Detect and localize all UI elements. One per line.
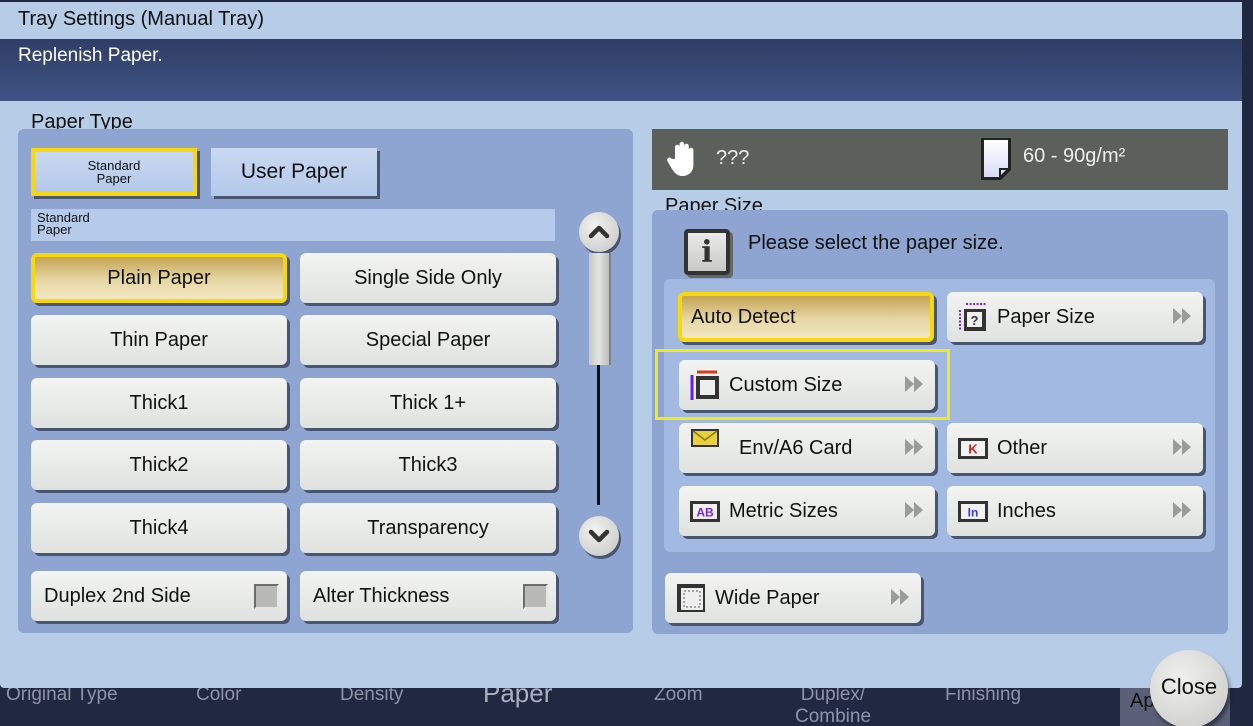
paper-type-plain-paper[interactable]: Plain Paper xyxy=(31,253,287,303)
paper-type-label: Thin Paper xyxy=(110,328,208,351)
close-button-label: Close xyxy=(1160,674,1218,699)
screen-edge xyxy=(1242,0,1253,726)
paper-sheet-icon xyxy=(981,138,1011,180)
scrollbar-thumb[interactable] xyxy=(589,253,609,365)
screen: Original Type Color Density Paper Zoom D… xyxy=(0,0,1253,726)
duplex-2nd-side-label: Duplex 2nd Side xyxy=(44,584,191,607)
paper-type-label: Thick 1+ xyxy=(389,391,467,414)
scrollbar-track[interactable] xyxy=(597,365,600,505)
duplex-2nd-side-checkbox[interactable] xyxy=(254,584,279,609)
other-size-icon: K xyxy=(958,438,988,459)
alter-thickness-label: Alter Thickness xyxy=(313,584,450,607)
alter-thickness-checkbox[interactable] xyxy=(523,584,548,609)
paper-type-label: Transparency xyxy=(367,516,489,539)
other-size-label: Other xyxy=(997,436,1048,459)
svg-text:AB: AB xyxy=(696,506,714,520)
paper-type-transparency[interactable]: Transparency xyxy=(300,503,556,553)
paper-size-button[interactable]: ? Paper Size xyxy=(947,292,1203,342)
metric-sizes-label: Metric Sizes xyxy=(729,499,838,522)
duplex-2nd-side-toggle[interactable]: Duplex 2nd Side xyxy=(31,571,287,621)
message-bar xyxy=(0,39,1242,101)
chevron-up-icon xyxy=(588,225,610,239)
paper-type-thick4[interactable]: Thick4 xyxy=(31,503,287,553)
scroll-down-button[interactable] xyxy=(579,516,619,556)
manual-tray-value: ??? xyxy=(716,147,750,169)
svg-text:K: K xyxy=(968,442,978,457)
paper-type-panel: Standard Paper User Paper Standard Paper… xyxy=(18,129,633,633)
double-chevron-right-icon xyxy=(891,589,909,605)
double-chevron-right-icon xyxy=(1173,502,1191,518)
envelope-icon xyxy=(691,429,719,447)
double-chevron-right-icon xyxy=(905,439,923,455)
paper-weight-value: 60 - 90g/m² xyxy=(1023,145,1126,167)
auto-detect-button[interactable]: Auto Detect xyxy=(678,292,934,342)
message-text: Replenish Paper. xyxy=(18,45,163,66)
info-message: Please select the paper size. xyxy=(748,232,1004,254)
paper-type-special-paper[interactable]: Special Paper xyxy=(300,315,556,365)
paper-type-label: Plain Paper xyxy=(107,266,211,289)
paper-type-thin-paper[interactable]: Thin Paper xyxy=(31,315,287,365)
tab-user-paper-label: User Paper xyxy=(240,160,348,183)
wide-paper-label: Wide Paper xyxy=(715,586,820,609)
scroll-up-button[interactable] xyxy=(579,212,619,252)
tab-user-paper[interactable]: User Paper xyxy=(211,148,377,196)
chevron-down-icon xyxy=(588,529,610,543)
env-a6-card-button[interactable]: Env/A6 Card xyxy=(679,423,935,473)
wide-paper-button[interactable]: Wide Paper xyxy=(665,573,921,623)
tray-status-bar: ??? 60 - 90g/m² xyxy=(652,129,1228,190)
nav-duplex-combine[interactable]: Duplex/ Combine xyxy=(793,684,873,726)
alter-thickness-toggle[interactable]: Alter Thickness xyxy=(300,571,556,621)
inches-button[interactable]: In Inches xyxy=(947,486,1203,536)
metric-sizes-button[interactable]: AB Metric Sizes xyxy=(679,486,935,536)
env-a6-card-label: Env/A6 Card xyxy=(739,436,853,459)
paper-type-label: Special Paper xyxy=(365,328,491,351)
paper-type-label: Thick4 xyxy=(129,516,189,539)
tab-standard-paper[interactable]: Standard Paper xyxy=(31,148,197,196)
hand-icon xyxy=(667,141,694,176)
dialog-title: Tray Settings (Manual Tray) xyxy=(18,8,265,30)
metric-ab-icon: AB xyxy=(690,501,720,522)
other-size-button[interactable]: K Other xyxy=(947,423,1203,473)
tray-settings-dialog: Tray Settings (Manual Tray) Replenish Pa… xyxy=(0,2,1242,688)
tab-standard-paper-label: Standard Paper xyxy=(87,158,141,186)
inches-icon: In xyxy=(958,501,988,522)
paper-size-button-label: Paper Size xyxy=(997,305,1095,328)
double-chevron-right-icon xyxy=(1173,439,1191,455)
paper-size-icon: ? xyxy=(959,303,986,331)
category-label: Standard Paper xyxy=(31,209,555,241)
paper-type-thick3[interactable]: Thick3 xyxy=(300,440,556,490)
svg-text:?: ? xyxy=(971,313,979,328)
paper-size-panel: i Please select the paper size. Auto Det… xyxy=(652,210,1228,634)
double-chevron-right-icon xyxy=(905,502,923,518)
paper-type-label: Single Side Only xyxy=(354,266,502,289)
double-chevron-right-icon xyxy=(1173,308,1191,324)
auto-detect-label: Auto Detect xyxy=(691,305,796,328)
paper-type-single-side-only[interactable]: Single Side Only xyxy=(300,253,556,303)
paper-type-label: Thick1 xyxy=(129,391,189,414)
focus-highlight xyxy=(655,349,950,420)
paper-type-thick1[interactable]: Thick1 xyxy=(31,378,287,428)
info-icon: i xyxy=(684,229,730,275)
paper-type-thick1-plus[interactable]: Thick 1+ xyxy=(300,378,556,428)
inches-label: Inches xyxy=(997,499,1056,522)
close-button[interactable]: Close xyxy=(1150,650,1228,726)
paper-type-label: Thick3 xyxy=(398,453,458,476)
wide-paper-icon xyxy=(677,584,705,612)
paper-type-thick2[interactable]: Thick2 xyxy=(31,440,287,490)
svg-text:In: In xyxy=(968,506,979,520)
paper-type-label: Thick2 xyxy=(129,453,189,476)
